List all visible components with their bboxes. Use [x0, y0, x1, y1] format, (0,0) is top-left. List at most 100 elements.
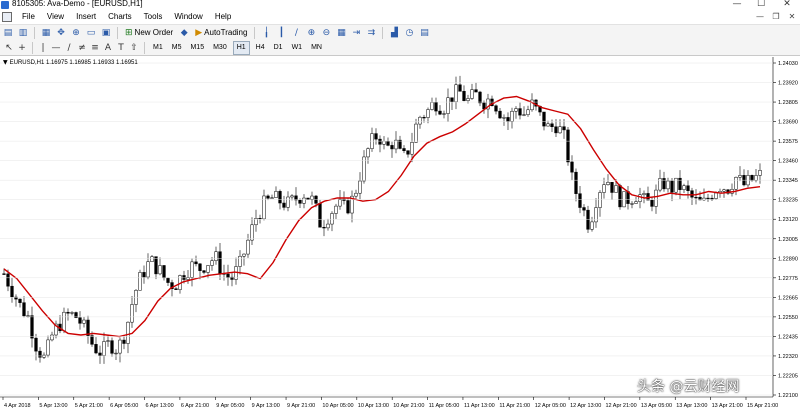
metaeditor-icon[interactable]: ◆	[178, 27, 190, 39]
candle-up	[290, 195, 294, 198]
candlestick-icon[interactable]: ┃	[275, 27, 287, 39]
autoscroll-icon[interactable]: ⇉	[365, 27, 377, 39]
menu-file[interactable]: File	[16, 10, 41, 24]
candle-down	[570, 161, 574, 173]
text-tool-icon[interactable]: A	[103, 42, 113, 54]
candle-down	[78, 317, 82, 324]
time-tick-label: 6 Apr 21:00	[181, 403, 209, 409]
collapse-icon: ▼	[3, 59, 8, 66]
candle-down	[710, 197, 714, 200]
timeframe-m5[interactable]: M5	[169, 42, 185, 54]
strategy-tester-icon[interactable]: ▣	[100, 27, 112, 39]
candle-up	[358, 180, 362, 194]
line-chart-icon[interactable]: ∕	[290, 27, 302, 39]
candle-down	[18, 298, 22, 303]
time-tick-label: 11 Apr 13:00	[464, 403, 495, 409]
horizontal-line-icon[interactable]: —	[51, 42, 61, 54]
candle-up	[414, 123, 418, 143]
cursor-icon[interactable]: ↖	[4, 42, 14, 54]
periods-icon[interactable]: ◷	[403, 27, 415, 39]
candle-down	[550, 123, 554, 127]
menu-charts[interactable]: Charts	[102, 10, 138, 24]
candle-up	[246, 239, 250, 255]
crosshair-icon[interactable]: +	[17, 42, 27, 54]
timeframe-w1[interactable]: W1	[289, 42, 306, 54]
mdi-minimize-button[interactable]: —	[754, 11, 766, 23]
new-chart-icon[interactable]: ▤	[2, 27, 14, 39]
minimize-button[interactable]: —	[728, 0, 746, 10]
navigator-icon[interactable]: ⊕	[70, 27, 82, 39]
candle-down	[194, 261, 198, 265]
candle-up	[366, 148, 370, 158]
timeframe-m1[interactable]: M1	[150, 42, 166, 54]
arrows-icon[interactable]: ⇧	[129, 42, 139, 54]
candle-up	[722, 189, 726, 192]
time-tick-label: 10 Apr 21:00	[393, 403, 424, 409]
label-tool-icon[interactable]: T	[116, 42, 126, 54]
indicators-icon[interactable]: ▟	[388, 27, 400, 39]
menu-help[interactable]: Help	[209, 10, 237, 24]
price-tick-label: 1.23120	[778, 217, 798, 223]
candle-up	[418, 116, 422, 125]
autotrading-button[interactable]: ▶ AutoTrading	[193, 26, 249, 40]
menu-window[interactable]: Window	[168, 10, 208, 24]
chart-window[interactable]: ▼ EURUSD,H1 1.16975 1.16985 1.16933 1.169…	[0, 57, 800, 410]
zoom-out-icon[interactable]: ⊖	[320, 27, 332, 39]
candle-down	[66, 311, 70, 314]
profiles-icon[interactable]: ▥	[17, 27, 29, 39]
app-icon	[1, 1, 9, 9]
chart-window-icon[interactable]	[2, 12, 12, 22]
chart-shift-icon[interactable]: ⇥	[350, 27, 362, 39]
candle-up	[210, 260, 214, 266]
mdi-close-button[interactable]: ✕	[786, 11, 798, 23]
window-title: 8105305: Ava-Demo - [EURUSD,H1]	[12, 0, 143, 8]
data-window-icon[interactable]: ✥	[55, 27, 67, 39]
candle-up	[338, 198, 342, 207]
source-watermark: 头条 @云财经网	[637, 379, 740, 395]
market-watch-icon[interactable]: ▦	[40, 27, 52, 39]
candle-up	[558, 126, 562, 134]
mdi-restore-button[interactable]: ❐	[770, 11, 782, 23]
candle-up	[70, 312, 74, 314]
candle-down	[494, 105, 498, 112]
candle-down	[650, 199, 654, 207]
price-chart[interactable]: 1.24030 1.23920 1.23805 1.23690 1.23575 1.234…	[0, 57, 800, 410]
window-titlebar: 8105305: Ava-Demo - [EURUSD,H1] — ☐ ✕	[0, 0, 800, 10]
time-tick-label: 10 Apr 13:00	[358, 403, 389, 409]
standard-toolbar: ▤ ▥ ▦ ✥ ⊕ ▭ ▣ ⊞ New Order ◆ ▶ AutoTrading …	[0, 24, 800, 40]
timeframe-m30[interactable]: M30	[210, 42, 230, 54]
zoom-in-icon[interactable]: ⊕	[305, 27, 317, 39]
candle-up	[330, 213, 334, 225]
fibonacci-icon[interactable]: ≡	[90, 42, 100, 54]
close-button[interactable]: ✕	[776, 0, 798, 10]
candle-down	[218, 251, 222, 274]
candle-up	[270, 197, 274, 199]
tile-windows-icon[interactable]: ▦	[335, 27, 347, 39]
trendline-icon[interactable]: ∕	[64, 42, 74, 54]
maximize-button[interactable]: ☐	[752, 0, 770, 10]
price-tick-label: 1.23345	[778, 178, 798, 184]
moving-average-line	[3, 95, 761, 338]
terminal-icon[interactable]: ▭	[85, 27, 97, 39]
timeframe-mn[interactable]: MN	[308, 42, 325, 54]
candle-down	[2, 273, 6, 275]
equidistant-channel-icon[interactable]: ≠	[77, 42, 87, 54]
timeframe-d1[interactable]: D1	[271, 42, 286, 54]
candle-up	[274, 191, 278, 198]
candle-down	[86, 319, 90, 336]
menu-view[interactable]: View	[41, 10, 70, 24]
candle-down	[670, 180, 674, 193]
new-order-icon: ⊞	[125, 27, 133, 38]
vertical-line-icon[interactable]: |	[38, 42, 48, 54]
timeframe-h4[interactable]: H4	[253, 42, 268, 54]
new-order-button[interactable]: ⊞ New Order	[123, 26, 175, 40]
menu-insert[interactable]: Insert	[70, 10, 102, 24]
menu-tools[interactable]: Tools	[138, 10, 169, 24]
templates-icon[interactable]: ▤	[418, 27, 430, 39]
price-tick-label: 1.22435	[778, 334, 798, 340]
bar-chart-icon[interactable]: ╽	[260, 27, 272, 39]
candle-up	[126, 321, 130, 344]
candle-down	[610, 182, 614, 193]
timeframe-m15[interactable]: M15	[187, 42, 207, 54]
timeframe-h1[interactable]: H1	[232, 40, 250, 55]
